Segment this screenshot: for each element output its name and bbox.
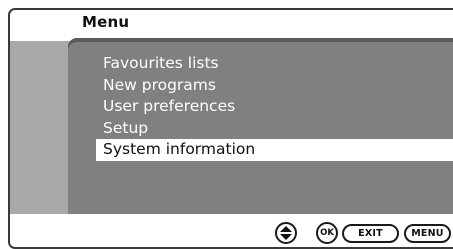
menu-title: Menu: [82, 13, 130, 31]
tv-menu-screen: Menu Favourites lists New programs User …: [0, 0, 453, 249]
menu-item-new-programs[interactable]: New programs: [100, 75, 453, 97]
menu-button-label: MENU: [411, 228, 444, 239]
exit-button-label: EXIT: [358, 228, 383, 239]
menu-item-user-preferences[interactable]: User preferences: [100, 96, 453, 118]
menu-button[interactable]: MENU: [404, 224, 451, 243]
menu-item-favourites-lists[interactable]: Favourites lists: [100, 53, 453, 75]
menu-list: Favourites lists New programs User prefe…: [96, 53, 453, 161]
exit-button[interactable]: EXIT: [342, 224, 399, 243]
ok-button[interactable]: OK: [316, 222, 338, 244]
menu-item-system-information[interactable]: System information: [96, 139, 453, 161]
up-down-arrows-icon[interactable]: [275, 222, 297, 244]
header-bar: [8, 8, 453, 41]
menu-item-setup[interactable]: Setup: [100, 118, 453, 140]
